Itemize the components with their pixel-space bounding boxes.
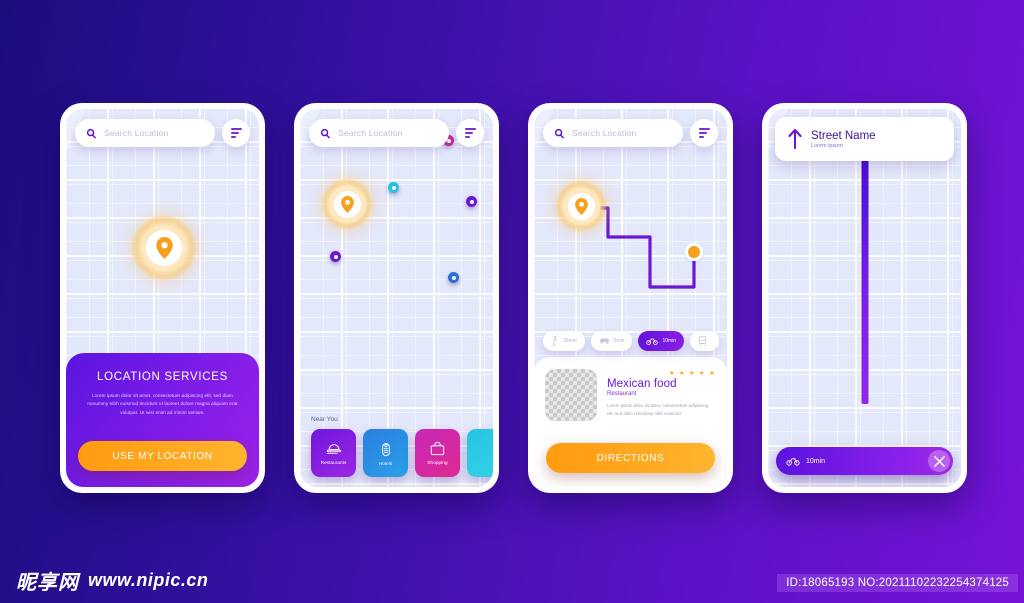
- transport-mode-row: 35min 5min 10min: [543, 331, 727, 351]
- phone-mockup-nearby-places: Search Location Near You Restaurants Hot…: [294, 103, 499, 493]
- mode-label: 10min: [662, 338, 677, 344]
- current-location-pin[interactable]: [132, 216, 196, 280]
- filter-icon[interactable]: [690, 119, 718, 147]
- pin-disc: [333, 190, 361, 218]
- search-placeholder: Search Location: [338, 128, 403, 138]
- map-pin-dot[interactable]: [448, 272, 459, 283]
- panel-body: Lorem ipsum dolor sit amet, consectetuer…: [87, 393, 238, 415]
- place-detail-card: ★ ★ ★ ★ ★ Mexican food Restaurant Lorem …: [534, 357, 727, 487]
- search-icon: [86, 128, 96, 138]
- phone-mockup-location-services: Search Location LOCATION SERVICES Lorem …: [60, 103, 265, 493]
- place-title: Mexican food: [607, 378, 677, 390]
- search-row: Search Location: [309, 119, 484, 147]
- map-pin-dot[interactable]: [466, 196, 477, 207]
- pin-disc: [567, 192, 595, 220]
- use-my-location-button[interactable]: USE MY LOCATION: [78, 441, 247, 471]
- destination-marker[interactable]: [688, 246, 700, 258]
- bike-icon: [786, 458, 800, 466]
- restaurant-icon: [326, 443, 341, 454]
- mode-transit[interactable]: [690, 331, 720, 351]
- search-icon: [554, 128, 564, 138]
- walk-icon: [552, 336, 557, 346]
- phone-mockup-navigation: Street Name Lorem ipsum 10min: [762, 103, 967, 493]
- near-you-section: Near You Restaurants Hotels Shopping: [300, 416, 493, 487]
- mode-cycling[interactable]: 10min: [638, 331, 685, 351]
- id-badge: ID:18065193 NO:20211102232254374125: [777, 574, 1018, 592]
- mode-label: 35min: [563, 338, 577, 344]
- category-more[interactable]: [467, 429, 493, 477]
- category-row: Restaurants Hotels Shopping: [311, 429, 493, 477]
- street-subtitle: Lorem ipsum: [811, 142, 843, 149]
- search-input[interactable]: Search Location: [75, 119, 215, 147]
- category-hotels[interactable]: Hotels: [363, 429, 408, 477]
- screen-route-details: Search Location 35min 5min 10min ★ ★ ★ ★…: [534, 109, 727, 487]
- screen-nearby-places: Search Location Near You Restaurants Hot…: [300, 109, 493, 487]
- search-input[interactable]: Search Location: [309, 119, 449, 147]
- category-label: Restaurants: [320, 459, 347, 465]
- map-pin-dot[interactable]: [330, 251, 341, 262]
- rating-stars: ★ ★ ★ ★ ★: [668, 370, 716, 377]
- street-header: Street Name Lorem ipsum: [775, 117, 954, 161]
- street-name: Street Name: [811, 129, 876, 142]
- filter-icon[interactable]: [456, 119, 484, 147]
- category-shopping[interactable]: Shopping: [415, 429, 460, 477]
- map-pin-dot[interactable]: [388, 182, 399, 193]
- close-navigation-button[interactable]: [928, 450, 950, 472]
- screen-navigation: Street Name Lorem ipsum 10min: [768, 109, 961, 487]
- screen-location-services: Search Location LOCATION SERVICES Lorem …: [66, 109, 259, 487]
- mode-walking[interactable]: 35min: [543, 331, 585, 351]
- hotel-icon: [381, 442, 390, 456]
- watermark-url: www.nipic.cn: [88, 570, 209, 590]
- search-placeholder: Search Location: [104, 128, 169, 138]
- place-thumbnail: [545, 369, 597, 421]
- search-input[interactable]: Search Location: [543, 119, 683, 147]
- directions-button[interactable]: DIRECTIONS: [546, 443, 715, 473]
- category-label: Hotels: [378, 460, 393, 466]
- filter-icon[interactable]: [222, 119, 250, 147]
- bike-icon: [646, 338, 659, 345]
- search-icon: [320, 128, 330, 138]
- map-pin-icon: [574, 197, 588, 215]
- search-placeholder: Search Location: [572, 128, 637, 138]
- search-row: Search Location: [75, 119, 250, 147]
- navigation-route-line: [861, 161, 868, 404]
- shopping-bag-icon: [430, 441, 445, 456]
- origin-location-pin[interactable]: [556, 181, 606, 231]
- place-subtitle: Restaurant: [607, 391, 637, 397]
- near-you-label: Near You: [311, 416, 338, 423]
- map-pin-icon: [340, 195, 354, 213]
- category-restaurants[interactable]: Restaurants: [311, 429, 356, 477]
- phone-mockup-route-details: Search Location 35min 5min 10min ★ ★ ★ ★…: [528, 103, 733, 493]
- poster-canvas: Search Location LOCATION SERVICES Lorem …: [0, 0, 1024, 603]
- close-icon: [933, 455, 945, 467]
- place-description: Lorem ipsum dolor sit amet, consectetuer…: [607, 403, 709, 416]
- mode-driving[interactable]: 5min: [590, 331, 633, 351]
- watermark: 昵享网 www.nipic.cn: [16, 566, 208, 595]
- location-services-panel: LOCATION SERVICES Lorem ipsum dolor sit …: [66, 353, 259, 487]
- search-row: Search Location: [543, 119, 718, 147]
- map-pin-icon: [155, 237, 173, 259]
- eta-label: 10min: [806, 457, 826, 465]
- transit-icon: [698, 336, 707, 346]
- place-summary: ★ ★ ★ ★ ★ Mexican food Restaurant Lorem …: [545, 369, 716, 421]
- pin-disc: [146, 230, 182, 266]
- mode-label: 5min: [613, 338, 625, 344]
- category-label: Shopping: [427, 460, 448, 465]
- panel-title: LOCATION SERVICES: [97, 371, 228, 383]
- car-icon: [599, 338, 609, 344]
- current-location-pin[interactable]: [322, 179, 372, 229]
- navigation-eta-bar: 10min: [776, 447, 953, 475]
- watermark-logo: 昵享网: [16, 570, 79, 594]
- arrow-up-icon: [788, 129, 802, 149]
